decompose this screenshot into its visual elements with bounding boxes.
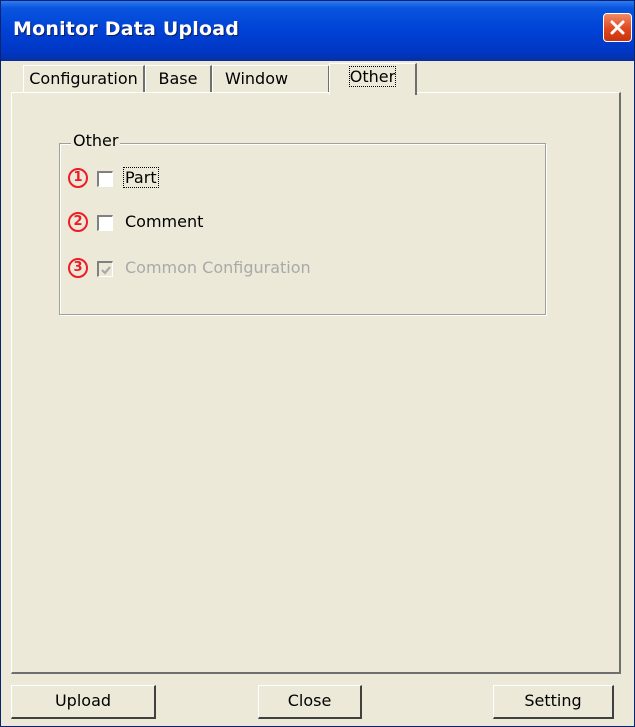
comment-label[interactable]: Comment [125,212,203,231]
groupbox-title: Other [71,131,121,150]
comment-checkbox[interactable] [97,215,113,231]
common-configuration-checkbox [97,261,113,277]
part-label[interactable]: Part [123,167,159,188]
tab-configuration[interactable]: Configuration [23,65,145,92]
upload-button[interactable]: Upload [11,685,156,719]
dialog-window: Monitor Data Upload Configuration Base W… [0,0,635,727]
annotation-marker-3: 3 [68,258,88,278]
close-icon [610,20,625,35]
tab-window-label: Window [225,69,289,88]
setting-button[interactable]: Setting [493,685,614,719]
title-bar[interactable]: Monitor Data Upload [1,1,634,61]
tab-base[interactable]: Base [145,65,212,92]
tab-configuration-label: Configuration [29,69,138,88]
tab-other[interactable]: Other [329,63,417,95]
close-button[interactable]: Close [258,685,362,719]
close-window-button[interactable] [603,13,632,42]
tab-other-label: Other [348,66,397,87]
part-checkbox[interactable] [97,171,113,187]
checkmark-icon [101,266,111,275]
tab-window[interactable]: Window [212,65,330,92]
annotation-marker-1: 1 [68,168,88,188]
window-title: Monitor Data Upload [13,18,240,40]
common-configuration-label: Common Configuration [125,258,311,277]
annotation-marker-2: 2 [68,212,88,232]
tab-base-label: Base [158,69,198,88]
